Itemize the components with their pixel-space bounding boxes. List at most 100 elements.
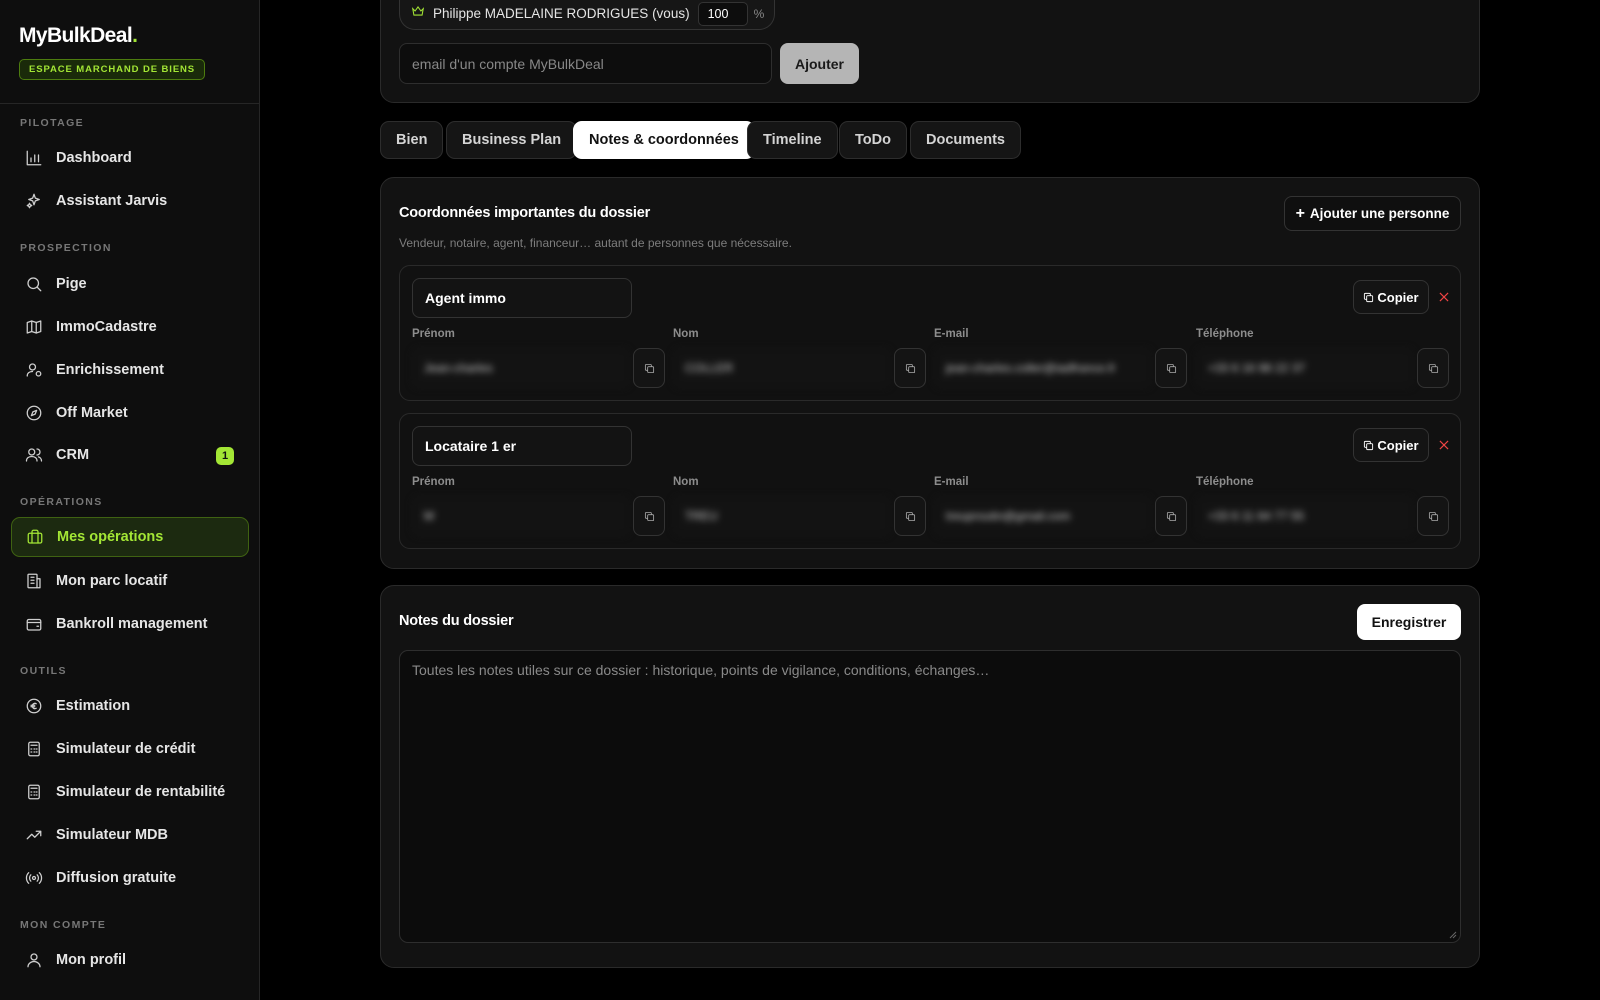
email-label: E-mail	[934, 328, 969, 340]
role-input[interactable]: Agent immo	[412, 278, 632, 318]
sidebar-item-label: Dashboard	[56, 150, 132, 166]
tab-notes-coordonnees[interactable]: Notes & coordonnées	[573, 121, 755, 159]
sidebar-item-label: Bankroll management	[56, 616, 208, 632]
sparkles-icon	[24, 191, 44, 211]
sidebar-item-bankroll-management[interactable]: Bankroll management	[11, 604, 249, 644]
close-icon[interactable]	[1437, 290, 1451, 304]
sidebar-item-assistant-jarvis[interactable]: Assistant Jarvis	[11, 181, 249, 221]
sidebar-item-mon-profil[interactable]: Mon profil	[11, 940, 249, 980]
trending-up-icon	[24, 825, 44, 845]
wallet-icon	[24, 614, 44, 634]
contacts-title: Coordonnées importantes du dossier	[399, 205, 651, 221]
sidebar-item-label: Simulateur MDB	[56, 827, 168, 843]
brand-badge: ESPACE MARCHAND DE BIENS	[19, 59, 206, 80]
phone-field[interactable]: +33 6 11 64 77 55	[1196, 496, 1414, 536]
copy-icon[interactable]	[1417, 348, 1449, 388]
sidebar-item-simulateur-credit[interactable]: Simulateur de crédit	[11, 729, 249, 769]
last-name-label: Nom	[673, 476, 699, 488]
phone-field[interactable]: +33 6 16 98 22 37	[1196, 348, 1414, 388]
last-name-field[interactable]: TREU	[673, 496, 891, 536]
tab-bien[interactable]: Bien	[380, 121, 444, 159]
building-icon	[24, 571, 44, 591]
sidebar-item-enrichissement[interactable]: Enrichissement	[11, 350, 249, 390]
compass-icon	[24, 403, 44, 423]
section-label-outils: OUTILS	[20, 665, 67, 677]
copy-icon[interactable]	[1155, 348, 1187, 388]
sidebar-item-simulateur-mdb[interactable]: Simulateur MDB	[11, 815, 249, 855]
copy-contact-button[interactable]: Copier	[1353, 428, 1429, 462]
sidebar-item-label: Diffusion gratuite	[56, 870, 177, 886]
first-name-field[interactable]: Jean-charles	[412, 348, 630, 388]
section-label-mon-compte: MON COMPTE	[20, 919, 107, 931]
sidebar-item-simulateur-rentabilite[interactable]: Simulateur de rentabilité	[11, 772, 249, 812]
search-icon	[24, 274, 44, 294]
sidebar-item-pige[interactable]: Pige	[11, 264, 249, 304]
email-field[interactable]: jean-charles.coller@iadfrance.fr	[934, 348, 1152, 388]
euro-icon	[24, 696, 44, 716]
sidebar-item-estimation[interactable]: Estimation	[11, 686, 249, 726]
sidebar-item-label: Simulateur de crédit	[56, 741, 196, 757]
calculator-icon	[24, 739, 44, 759]
broadcast-icon	[24, 868, 44, 888]
sidebar-item-label: CRM	[56, 447, 90, 463]
add-person-label: Ajouter une personne	[1309, 206, 1450, 221]
sidebar-item-label: Mon parc locatif	[56, 573, 168, 589]
sidebar-item-diffusion-gratuite[interactable]: Diffusion gratuite	[11, 858, 249, 898]
tab-business-plan[interactable]: Business Plan	[446, 121, 578, 159]
notes-placeholder: Toutes les notes utiles sur ce dossier :…	[412, 662, 990, 678]
sidebar-item-label: Estimation	[56, 698, 131, 714]
owner-name: Philippe MADELAINE RODRIGUES (vous)	[433, 6, 690, 21]
calculator-icon	[24, 782, 44, 802]
first-name-label: Prénom	[412, 328, 455, 340]
owner-email-input[interactable]: email d'un compte MyBulkDeal	[399, 43, 772, 84]
close-icon[interactable]	[1437, 438, 1451, 452]
add-owner-button[interactable]: Ajouter	[780, 43, 859, 84]
sidebar-item-label: Pige	[56, 276, 87, 292]
notes-textarea[interactable]: Toutes les notes utiles sur ce dossier :…	[399, 650, 1461, 943]
section-label-operations: OPÉRATIONS	[20, 496, 103, 508]
bar-chart-icon	[24, 148, 44, 168]
notes-title: Notes du dossier	[399, 613, 514, 629]
tab-timeline[interactable]: Timeline	[747, 121, 838, 159]
copy-icon[interactable]	[1155, 496, 1187, 536]
person-card: Agent immo Copier Prénom Jean-charles No…	[399, 265, 1461, 401]
role-input[interactable]: Locataire 1 er	[412, 426, 632, 466]
copy-label: Copier	[1377, 289, 1419, 305]
sidebar-item-label: Mes opérations	[57, 529, 164, 545]
sidebar-item-mon-parc-locatif[interactable]: Mon parc locatif	[11, 561, 249, 601]
crown-icon	[411, 4, 425, 23]
person-card: Locataire 1 er Copier Prénom M Nom TREU …	[399, 413, 1461, 549]
tab-documents[interactable]: Documents	[910, 121, 1021, 159]
sidebar-item-mes-operations[interactable]: Mes opérations	[11, 517, 249, 557]
sidebar-item-label: ImmoCadastre	[56, 319, 157, 335]
sidebar-item-label: Enrichissement	[56, 362, 164, 378]
owner-row: Philippe MADELAINE RODRIGUES (vous) 100 …	[399, 0, 776, 30]
owner-share-input[interactable]: 100	[697, 1, 748, 26]
logo[interactable]: MyBulkDeal.	[19, 24, 240, 48]
sidebar-item-label: Simulateur de rentabilité	[56, 784, 226, 800]
sidebar-item-crm[interactable]: CRM 1	[11, 435, 249, 475]
contacts-subtitle: Vendeur, notaire, agent, financeur… auta…	[399, 236, 792, 250]
sidebar-item-off-market[interactable]: Off Market	[11, 393, 249, 433]
first-name-label: Prénom	[412, 476, 455, 488]
copy-icon[interactable]	[894, 496, 926, 536]
resize-handle-icon[interactable]	[1449, 931, 1457, 939]
last-name-field[interactable]: COLLER	[673, 348, 891, 388]
sidebar: MyBulkDeal. ESPACE MARCHAND DE BIENS PIL…	[0, 0, 260, 1000]
copy-icon[interactable]	[633, 348, 665, 388]
plus-icon: +	[1295, 204, 1305, 222]
add-person-button[interactable]: + Ajouter une personne	[1284, 196, 1461, 231]
copy-contact-button[interactable]: Copier	[1353, 280, 1429, 314]
first-name-field[interactable]: M	[412, 496, 630, 536]
sidebar-item-dashboard[interactable]: Dashboard	[11, 138, 249, 178]
copy-icon[interactable]	[1417, 496, 1449, 536]
sidebar-item-immocadastre[interactable]: ImmoCadastre	[11, 307, 249, 347]
sidebar-item-label: Assistant Jarvis	[56, 193, 168, 209]
email-field[interactable]: treuproutin@gmail.com	[934, 496, 1152, 536]
copy-icon[interactable]	[633, 496, 665, 536]
copy-icon[interactable]	[894, 348, 926, 388]
save-button[interactable]: Enregistrer	[1357, 604, 1461, 640]
tab-todo[interactable]: ToDo	[839, 121, 907, 159]
phone-label: Téléphone	[1196, 328, 1254, 340]
section-label-pilotage: PILOTAGE	[20, 117, 85, 129]
